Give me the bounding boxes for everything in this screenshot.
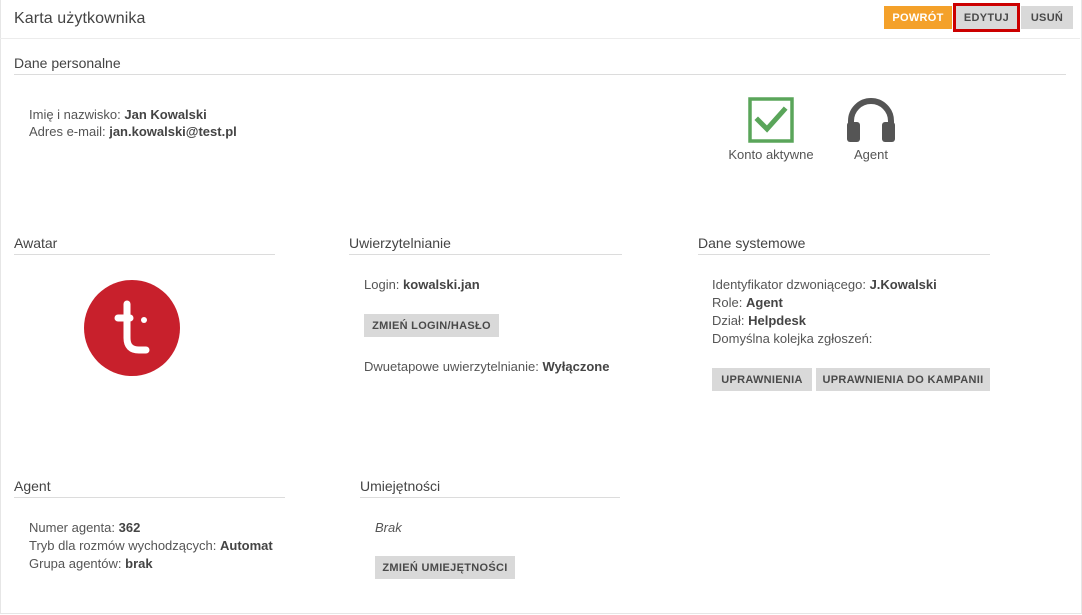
page-header: Karta użytkownika POWRÓT EDYTUJ USUŃ <box>0 0 1080 39</box>
delete-button[interactable]: USUŃ <box>1021 6 1073 29</box>
name-value: Jan Kowalski <box>124 107 207 122</box>
agent-number-row: Numer agenta: 362 <box>29 520 140 535</box>
caller-id-value: J.Kowalski <box>869 277 937 292</box>
agent-mode-label: Tryb dla rozmów wychodzących: <box>29 538 217 553</box>
change-skills-button[interactable]: ZMIEŃ UMIEJĘTNOŚCI <box>375 556 515 579</box>
name-label: Imię i nazwisko: <box>29 107 121 122</box>
twofa-row: Dwuetapowe uwierzytelnianie: Wyłączone <box>364 359 609 374</box>
status-active-label: Konto aktywne <box>728 147 814 162</box>
login-row: Login: kowalski.jan <box>364 277 480 292</box>
role-label: Role: <box>712 295 743 310</box>
queue-row: Domyślna kolejka zgłoszeń: <box>712 331 872 346</box>
agent-mode-row: Tryb dla rozmów wychodzących: Automat <box>29 538 273 553</box>
twofa-value: Wyłączone <box>542 359 610 374</box>
check-icon <box>748 97 794 143</box>
edit-button[interactable]: EDYTUJ <box>953 3 1020 32</box>
agent-number-value: 362 <box>118 520 141 535</box>
campaign-permissions-button[interactable]: UPRAWNIENIA DO KAMPANII <box>816 368 990 391</box>
permissions-button[interactable]: UPRAWNIENIA <box>712 368 812 391</box>
caller-id-row: Identyfikator dzwoniącego: J.Kowalski <box>712 277 937 292</box>
system-section-title: Dane systemowe <box>698 235 990 255</box>
agent-section-title: Agent <box>14 478 285 498</box>
agent-group-value: brak <box>125 556 153 571</box>
department-row: Dział: Helpdesk <box>712 313 806 328</box>
personal-section-title: Dane personalne <box>14 55 1066 75</box>
avatar-section-title: Awatar <box>14 235 275 255</box>
email-label: Adres e-mail: <box>29 124 106 139</box>
role-row: Role: Agent <box>712 295 783 310</box>
role-value: Agent <box>745 295 783 310</box>
login-label: Login: <box>364 277 400 292</box>
email-row: Adres e-mail: jan.kowalski@test.pl <box>29 124 237 139</box>
department-value: Helpdesk <box>748 313 806 328</box>
agent-mode-value: Automat <box>219 538 273 553</box>
department-label: Dział: <box>712 313 745 328</box>
skills-empty-text: Brak <box>375 520 402 535</box>
agent-group-row: Grupa agentów: brak <box>29 556 153 571</box>
twofa-label: Dwuetapowe uwierzytelnianie: <box>364 359 539 374</box>
headphones-icon <box>847 98 895 142</box>
skills-section-title: Umiejętności <box>360 478 620 498</box>
auth-section-title: Uwierzytelnianie <box>349 235 622 255</box>
back-button[interactable]: POWRÓT <box>884 6 952 29</box>
page-title: Karta użytkownika <box>14 10 146 27</box>
queue-label: Domyślna kolejka zgłoszeń: <box>712 331 873 346</box>
agent-group-label: Grupa agentów: <box>29 556 122 571</box>
agent-number-label: Numer agenta: <box>29 520 115 535</box>
name-row: Imię i nazwisko: Jan Kowalski <box>29 107 207 122</box>
change-login-button[interactable]: ZMIEŃ LOGIN/HASŁO <box>364 314 499 337</box>
t-logo-icon <box>114 300 150 354</box>
caller-id-label: Identyfikator dzwoniącego: <box>712 277 866 292</box>
login-value: kowalski.jan <box>403 277 480 292</box>
email-value: jan.kowalski@test.pl <box>109 124 237 139</box>
avatar <box>84 280 180 376</box>
status-agent-label: Agent <box>854 147 888 162</box>
